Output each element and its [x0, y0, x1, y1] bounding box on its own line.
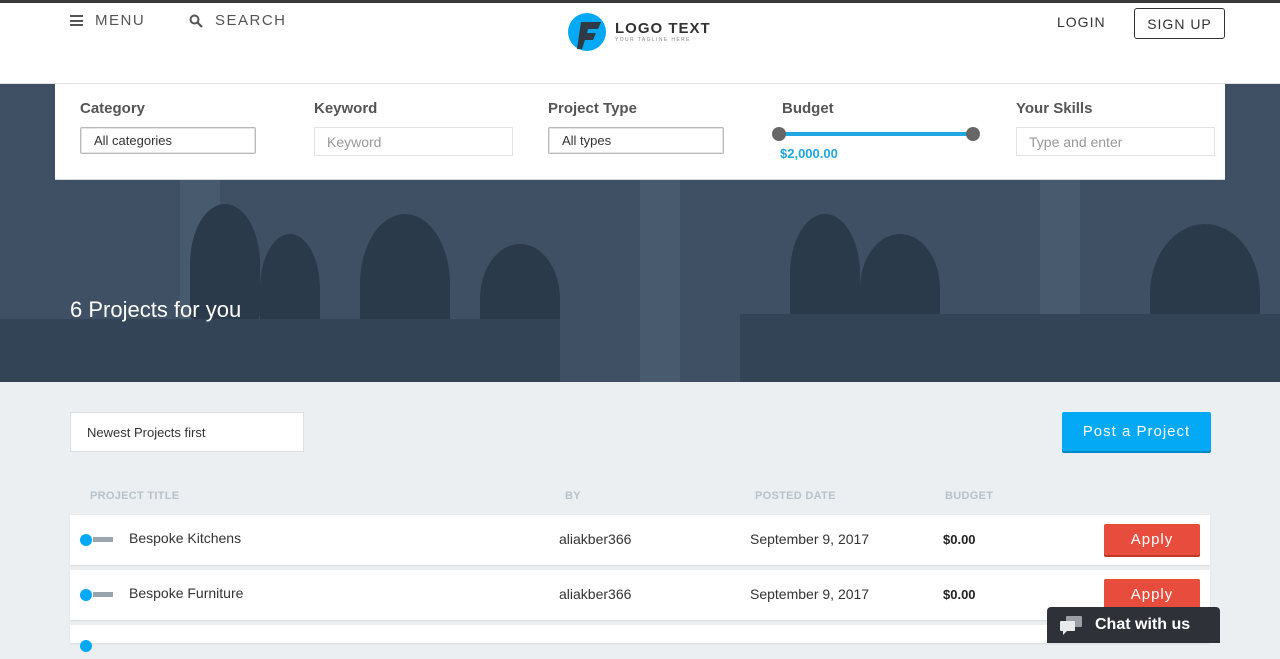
keyword-label: Keyword — [314, 100, 378, 117]
project-author[interactable]: aliakber366 — [559, 531, 631, 547]
category-label: Category — [80, 100, 146, 117]
logo-mark-icon — [568, 13, 606, 51]
budget-slider-min-handle[interactable] — [772, 127, 786, 141]
apply-button[interactable]: Apply — [1104, 579, 1200, 610]
project-type-label: Project Type — [548, 100, 637, 117]
column-header-budget: BUDGET — [945, 490, 994, 502]
skills-input[interactable]: Type and enter — [1016, 127, 1215, 156]
category-select[interactable]: All categories — [80, 127, 256, 154]
apply-button[interactable]: Apply — [1104, 524, 1200, 555]
budget-slider-track — [777, 132, 973, 136]
skills-label: Your Skills — [1016, 100, 1093, 117]
budget-slider[interactable] — [772, 127, 980, 141]
budget-slider-max-handle[interactable] — [966, 127, 980, 141]
search-label: SEARCH — [215, 12, 287, 29]
project-posted-date: September 9, 2017 — [750, 586, 870, 602]
project-title[interactable]: Bespoke Furniture — [129, 585, 243, 601]
project-row[interactable]: Bespoke Kitchens aliakber366 September 9… — [70, 515, 1210, 565]
budget-value: $2,000.00 — [780, 146, 838, 161]
column-header-by: BY — [565, 490, 581, 502]
menu-label: MENU — [95, 12, 146, 29]
search-icon — [189, 14, 203, 28]
keyword-input[interactable]: Keyword — [314, 127, 513, 156]
projects-count-heading: 6 Projects for you — [70, 297, 242, 322]
chat-bubbles-icon — [1060, 616, 1082, 635]
background-table — [740, 314, 1280, 382]
column-header-title: PROJECT TITLE — [90, 490, 180, 502]
logo-title: LOGO TEXT — [615, 19, 711, 37]
column-header-date: POSTED DATE — [755, 490, 836, 502]
project-logo-icon — [80, 589, 113, 601]
filter-bar: Category All categories Keyword Keyword … — [55, 84, 1225, 180]
project-budget: $0.00 — [943, 587, 976, 602]
project-row[interactable] — [70, 625, 1210, 652]
project-type-filter: Project Type All types — [548, 100, 724, 154]
keyword-filter: Keyword Keyword — [314, 100, 513, 156]
site-header: MENU SEARCH LOGO TEXT YOUR TAGLINE HERE … — [0, 3, 1280, 84]
project-logo-thumbnail — [80, 527, 114, 553]
category-filter: Category All categories — [80, 100, 256, 154]
project-logo-thumbnail — [80, 582, 114, 608]
site-logo[interactable]: LOGO TEXT YOUR TAGLINE HERE — [567, 11, 711, 53]
hamburger-icon — [70, 15, 83, 26]
project-logo-icon — [80, 534, 113, 546]
login-link[interactable]: LOGIN — [1057, 14, 1106, 30]
budget-filter: Budget $2,000.00 — [772, 100, 980, 161]
project-posted-date: September 9, 2017 — [750, 531, 870, 547]
chat-label: Chat with us — [1095, 616, 1191, 633]
project-budget: $0.00 — [943, 532, 976, 547]
chat-widget[interactable]: Chat with us — [1047, 607, 1220, 643]
project-type-select[interactable]: All types — [548, 127, 724, 154]
signup-button[interactable]: SIGN UP — [1134, 8, 1225, 39]
skills-filter: Your Skills Type and enter — [1016, 100, 1215, 156]
post-project-button[interactable]: Post a Project — [1062, 412, 1211, 451]
project-logo-thumbnail — [80, 633, 114, 659]
project-title[interactable]: Bespoke Kitchens — [129, 530, 241, 546]
logo-tagline: YOUR TAGLINE HERE — [615, 36, 691, 43]
search-button[interactable]: SEARCH — [189, 12, 287, 29]
budget-label: Budget — [782, 100, 834, 117]
menu-button[interactable]: MENU — [70, 12, 145, 29]
background-table — [0, 319, 560, 382]
project-logo-icon — [80, 640, 92, 652]
project-row[interactable]: Bespoke Furniture aliakber366 September … — [70, 570, 1210, 620]
project-author[interactable]: aliakber366 — [559, 586, 631, 602]
sort-select[interactable]: Newest Projects first — [70, 412, 304, 452]
